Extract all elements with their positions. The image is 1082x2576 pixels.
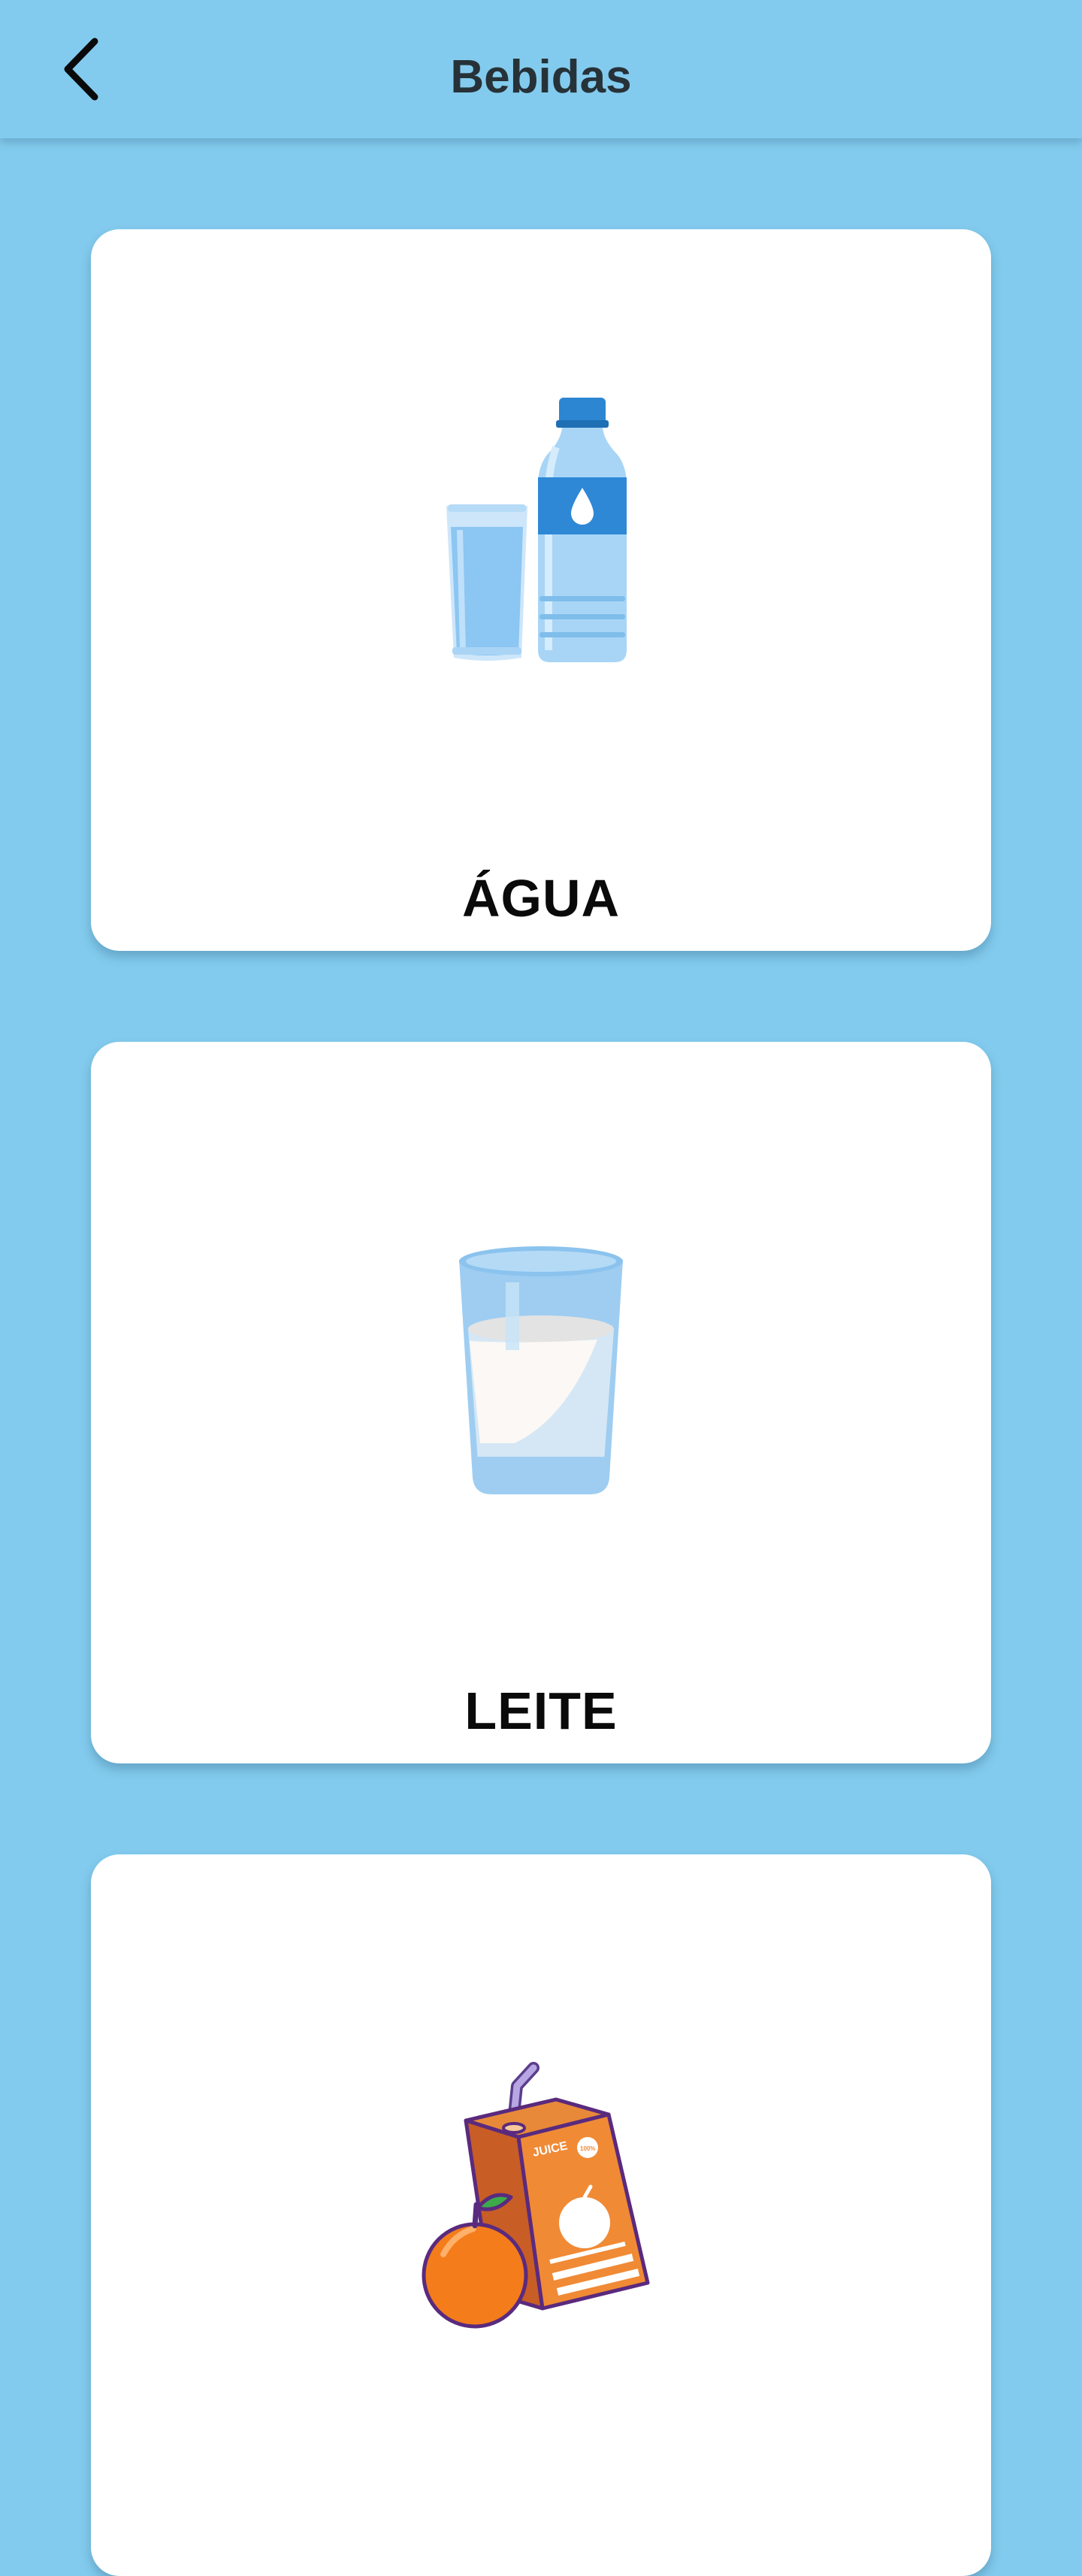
app-bar: Bebidas <box>0 0 1082 138</box>
water-bottle-and-glass-icon <box>446 398 627 662</box>
glass-of-milk-icon <box>459 1246 623 1494</box>
drink-card-leite[interactable]: LEITE <box>91 1042 991 1763</box>
drink-label: LEITE <box>464 1682 618 1740</box>
svg-text:100%: 100% <box>580 2145 595 2152</box>
juice-box-and-orange-icon: JUICE 100% <box>422 2062 650 2329</box>
back-button[interactable] <box>45 32 120 107</box>
juice-illustration: JUICE 100% <box>91 1854 991 2501</box>
drink-label: ÁGUA <box>461 869 621 928</box>
water-illustration <box>91 229 991 831</box>
drink-card-juice[interactable]: JUICE 100% <box>91 1854 991 2576</box>
milk-illustration <box>91 1042 991 1673</box>
page-title: Bebidas <box>450 51 632 103</box>
chevron-left-icon <box>64 38 98 101</box>
page-title-wrap: Bebidas <box>0 0 1082 156</box>
drink-card-agua[interactable]: ÁGUA <box>91 229 991 951</box>
